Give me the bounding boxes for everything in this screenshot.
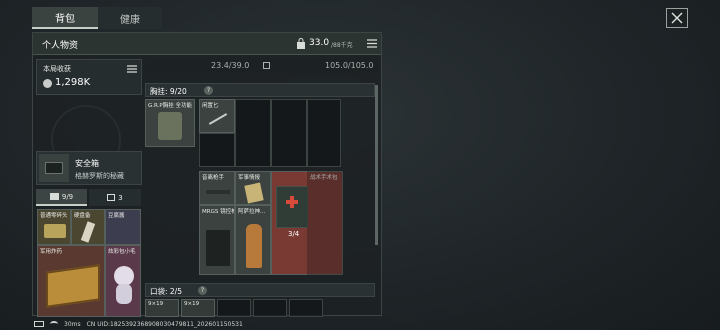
wifi-icon <box>50 321 58 327</box>
tab-backpack-label: 背包 <box>55 13 75 25</box>
safe-tab-items[interactable]: 9/9 <box>36 189 87 206</box>
item-label: MRGS 镜控枪托 <box>202 209 234 215</box>
item-label: 炫彩包小毛 <box>108 249 136 255</box>
pockets-label: 口袋: 2/5 <box>150 287 182 296</box>
list-icon[interactable] <box>367 39 377 48</box>
rig-item-knife[interactable]: 闲置匕 <box>199 99 235 133</box>
tab-backpack[interactable]: 背包 <box>32 7 98 29</box>
user-uid: CN UID:1825392368908030479811_2026011505… <box>86 320 243 328</box>
grid-item-lantern[interactable]: 阿萨拉神... <box>235 205 271 275</box>
chest-rig-label: 胸挂: 9/20 <box>150 87 187 96</box>
rig-slot[interactable] <box>307 99 341 167</box>
personal-inventory-panel: 个人物资 33.0 /88千克 本局收获 1,298K 安全箱 格赫罗斯的秘藏 … <box>32 32 382 317</box>
help-icon[interactable]: ? <box>198 286 207 295</box>
earnings-label: 本局收获 <box>43 65 71 73</box>
weight-icon <box>297 38 305 49</box>
backpack-load: 23.4/39.0 <box>211 61 250 70</box>
pocket-item-ammo[interactable]: 9×19 <box>145 299 179 317</box>
chest-rig-header: 胸挂: 9/20 ? <box>145 83 375 97</box>
safe-item-explosive[interactable]: 军用炸药 <box>37 245 105 317</box>
earnings-value: 1,298K <box>55 77 91 88</box>
rig-slot[interactable] <box>199 133 235 167</box>
item-label: 闲置匕 <box>202 103 219 109</box>
weight-max: /88千克 <box>331 42 353 49</box>
coin-icon <box>43 79 52 88</box>
pocket-slot[interactable] <box>253 299 287 317</box>
safe-name: 安全箱 <box>75 159 99 168</box>
card-icon <box>107 194 116 201</box>
safe-item-plush[interactable]: 炫彩包小毛 <box>105 245 141 317</box>
safe-item-drive[interactable]: 硬盘备 <box>71 209 105 245</box>
grid-item-stock[interactable]: MRGS 镜控枪托 <box>199 205 235 275</box>
safe-box[interactable]: 安全箱 格赫罗斯的秘藏 <box>36 151 142 185</box>
ping-value: 30ms <box>64 320 81 328</box>
weight-value: 33.0 <box>309 38 330 48</box>
panel-title: 个人物资 <box>42 41 79 51</box>
safe-tab-count: 9/9 <box>61 192 74 201</box>
item-label: 9×19 <box>148 301 164 307</box>
safe-tab-cards[interactable]: 3 <box>89 189 141 206</box>
item-label: 普通零碎头 <box>40 213 68 219</box>
rig-item-chest-rig[interactable]: G.R.P胸挂 全功能 <box>145 99 195 147</box>
safe-item-scraps[interactable]: 普通零碎头 <box>37 209 71 245</box>
grid-slot[interactable] <box>307 171 343 275</box>
item-label: 豆腐酱 <box>108 213 125 219</box>
safe-box-image <box>39 154 69 182</box>
pockets-header: 口袋: 2/5 ? <box>145 283 375 297</box>
safe-desc: 格赫罗斯的秘藏 <box>75 172 124 180</box>
rig-slot[interactable] <box>235 99 271 167</box>
briefcase-icon <box>49 193 59 200</box>
item-durability: 3/4 <box>288 230 300 238</box>
list-icon[interactable] <box>127 65 137 73</box>
safe-item-tofu[interactable]: 豆腐酱 <box>105 209 141 245</box>
load-bar-row: 23.4/39.0 105.0/105.0 <box>145 59 378 73</box>
battery-icon <box>34 321 44 327</box>
pocket-slot[interactable] <box>217 299 251 317</box>
weight-icon <box>263 62 270 69</box>
grid-item-intel[interactable]: 军事情报 <box>235 171 271 205</box>
pocket-item-ammo[interactable]: 9×19 <box>181 299 215 317</box>
close-button[interactable] <box>666 8 688 28</box>
item-label: 硬盘备 <box>74 213 91 219</box>
armor-load: 105.0/105.0 <box>325 61 374 70</box>
tab-health[interactable]: 健康 <box>98 7 162 29</box>
item-label: 军事情报 <box>238 175 261 181</box>
item-label: 音离枪手 <box>202 175 225 181</box>
help-icon[interactable]: ? <box>204 86 213 95</box>
panel-title-bar: 个人物资 33.0 /88千克 <box>33 33 381 55</box>
pocket-slot[interactable] <box>289 299 323 317</box>
rig-slot[interactable] <box>271 99 307 167</box>
status-footer: 30ms CN UID:1825392368908030479811_20260… <box>0 318 720 330</box>
item-label: 阿萨拉神... <box>238 209 266 215</box>
safe-tab-count: 3 <box>118 193 123 202</box>
item-label: G.R.P胸挂 全功能 <box>148 103 192 109</box>
inventory-scrollbar[interactable] <box>375 85 378 245</box>
item-label: 9×19 <box>184 301 200 307</box>
tab-health-label: 健康 <box>120 14 140 26</box>
earnings-box: 本局收获 1,298K <box>36 59 142 95</box>
item-label: 军用炸药 <box>40 249 63 255</box>
grid-item-gun-part[interactable]: 音离枪手 <box>199 171 235 205</box>
close-icon <box>671 12 683 24</box>
